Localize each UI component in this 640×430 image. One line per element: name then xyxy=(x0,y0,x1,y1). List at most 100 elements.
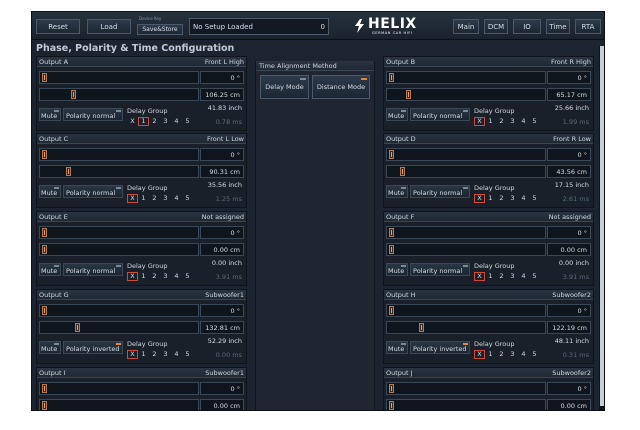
delay-slider-knob[interactable] xyxy=(389,245,394,254)
distance-cm-value[interactable]: 90.31 cm xyxy=(200,165,244,178)
mute-button[interactable]: Mute xyxy=(386,108,408,121)
delay-group-option[interactable]: 3 xyxy=(160,350,171,359)
nav-rta-button[interactable]: RTA xyxy=(575,19,601,34)
delay-slider-knob[interactable] xyxy=(419,323,424,332)
phase-slider-knob[interactable] xyxy=(42,73,47,82)
phase-slider[interactable] xyxy=(386,148,546,161)
phase-slider[interactable] xyxy=(386,382,546,395)
polarity-button[interactable]: Polarity inverted xyxy=(63,341,123,354)
delay-group-option[interactable]: 1 xyxy=(485,194,496,203)
delay-slider-knob[interactable] xyxy=(400,167,405,176)
reset-button[interactable]: Reset xyxy=(36,19,80,34)
setup-name-field[interactable]: No Setup Loaded 0 xyxy=(189,18,329,35)
distance-cm-value[interactable]: 106.25 cm xyxy=(200,88,244,101)
delay-slider[interactable] xyxy=(39,88,199,101)
delay-slider[interactable] xyxy=(39,399,199,410)
phase-slider-knob[interactable] xyxy=(42,228,47,237)
distance-cm-value[interactable]: 0.00 cm xyxy=(547,243,591,256)
phase-slider[interactable] xyxy=(39,71,199,84)
delay-slider[interactable] xyxy=(39,321,199,334)
delay-mode-button[interactable]: Delay Mode xyxy=(260,75,309,99)
delay-group-option[interactable]: 5 xyxy=(182,350,193,359)
phase-value[interactable]: 0 ° xyxy=(200,226,244,239)
delay-slider[interactable] xyxy=(39,165,199,178)
delay-group-option[interactable]: X xyxy=(127,194,138,203)
delay-group-option[interactable]: 1 xyxy=(485,350,496,359)
delay-slider[interactable] xyxy=(386,321,546,334)
delay-slider[interactable] xyxy=(386,165,546,178)
delay-group-option[interactable]: 4 xyxy=(171,272,182,281)
distance-cm-value[interactable]: 122.19 cm xyxy=(547,321,591,334)
distance-cm-value[interactable]: 0.00 cm xyxy=(547,399,591,410)
nav-time-button[interactable]: Time xyxy=(546,19,570,34)
distance-cm-value[interactable]: 0.00 cm xyxy=(200,399,244,410)
mute-button[interactable]: Mute xyxy=(386,185,408,198)
phase-slider[interactable] xyxy=(386,71,546,84)
delay-group-option[interactable]: 5 xyxy=(182,272,193,281)
phase-slider-knob[interactable] xyxy=(389,150,394,159)
delay-slider[interactable] xyxy=(386,399,546,410)
delay-group-option[interactable]: X xyxy=(474,117,485,126)
mute-button[interactable]: Mute xyxy=(386,341,408,354)
delay-group-option[interactable]: 3 xyxy=(160,194,171,203)
save-store-button[interactable]: Save&Store xyxy=(137,24,183,35)
phase-value[interactable]: 0 ° xyxy=(547,226,591,239)
distance-cm-value[interactable]: 65.17 cm xyxy=(547,88,591,101)
delay-group-option[interactable]: 1 xyxy=(485,272,496,281)
delay-group-option[interactable]: 3 xyxy=(507,194,518,203)
delay-slider-knob[interactable] xyxy=(75,323,80,332)
delay-group-option[interactable]: 4 xyxy=(518,194,529,203)
delay-group-option[interactable]: 4 xyxy=(171,350,182,359)
phase-value[interactable]: 0 ° xyxy=(200,304,244,317)
phase-value[interactable]: 0 ° xyxy=(200,71,244,84)
delay-slider[interactable] xyxy=(386,88,546,101)
phase-slider-knob[interactable] xyxy=(389,384,394,393)
phase-slider-knob[interactable] xyxy=(42,150,47,159)
delay-group-option[interactable]: 2 xyxy=(149,272,160,281)
delay-group-option[interactable]: X xyxy=(474,350,485,359)
phase-value[interactable]: 0 ° xyxy=(200,382,244,395)
phase-value[interactable]: 0 ° xyxy=(547,148,591,161)
phase-slider[interactable] xyxy=(39,382,199,395)
delay-group-option[interactable]: 5 xyxy=(529,272,540,281)
polarity-button[interactable]: Polarity normal xyxy=(63,108,123,121)
delay-group-option[interactable]: 1 xyxy=(138,350,149,359)
delay-group-option[interactable]: 1 xyxy=(138,117,149,126)
phase-value[interactable]: 0 ° xyxy=(547,304,591,317)
phase-slider[interactable] xyxy=(39,148,199,161)
delay-group-option[interactable]: 4 xyxy=(518,350,529,359)
vertical-scrollbar[interactable] xyxy=(599,46,604,410)
delay-group-option[interactable]: 2 xyxy=(149,117,160,126)
distance-cm-value[interactable]: 43.56 cm xyxy=(547,165,591,178)
delay-group-option[interactable]: 2 xyxy=(496,194,507,203)
polarity-button[interactable]: Polarity normal xyxy=(410,185,470,198)
phase-slider-knob[interactable] xyxy=(42,306,47,315)
delay-group-option[interactable]: 2 xyxy=(149,194,160,203)
delay-group-option[interactable]: 3 xyxy=(160,117,171,126)
distance-cm-value[interactable]: 132.81 cm xyxy=(200,321,244,334)
delay-group-option[interactable]: X xyxy=(474,272,485,281)
delay-group-option[interactable]: 2 xyxy=(496,272,507,281)
phase-slider-knob[interactable] xyxy=(389,73,394,82)
polarity-button[interactable]: Polarity inverted xyxy=(410,341,470,354)
mute-button[interactable]: Mute xyxy=(386,263,408,276)
delay-group-option[interactable]: 5 xyxy=(529,117,540,126)
phase-value[interactable]: 0 ° xyxy=(200,148,244,161)
delay-group-option[interactable]: 2 xyxy=(149,350,160,359)
nav-main-button[interactable]: Main xyxy=(453,19,479,34)
delay-group-option[interactable]: 3 xyxy=(160,272,171,281)
delay-group-option[interactable]: 2 xyxy=(496,117,507,126)
delay-group-option[interactable]: 5 xyxy=(529,194,540,203)
nav-io-button[interactable]: IO xyxy=(513,19,541,34)
delay-group-option[interactable]: 3 xyxy=(507,117,518,126)
delay-slider-knob[interactable] xyxy=(389,401,394,410)
delay-group-option[interactable]: 1 xyxy=(485,117,496,126)
delay-group-option[interactable]: 3 xyxy=(507,350,518,359)
mute-button[interactable]: Mute xyxy=(39,341,61,354)
delay-group-option[interactable]: X xyxy=(127,272,138,281)
delay-group-option[interactable]: 4 xyxy=(171,117,182,126)
phase-slider[interactable] xyxy=(39,226,199,239)
delay-group-option[interactable]: X xyxy=(127,350,138,359)
delay-group-option[interactable]: X xyxy=(127,117,138,126)
delay-group-option[interactable]: 1 xyxy=(138,272,149,281)
